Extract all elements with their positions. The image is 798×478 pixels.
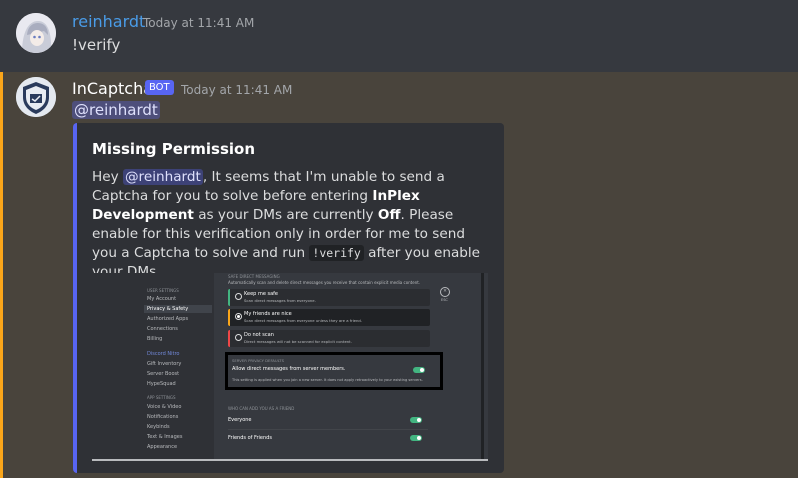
radio-option: Keep me safe Scan direct messages from e…: [228, 289, 430, 306]
sidebar-item: Text & Images: [147, 434, 183, 440]
option-sub: Direct messages will not be scanned for …: [244, 339, 352, 344]
username[interactable]: reinhardt: [72, 12, 145, 31]
highlight-box: SERVER PRIVACY DEFAULTS Allow direct mes…: [225, 352, 443, 390]
embed-title: Missing Permission: [92, 140, 256, 158]
setting-note: This setting is applied when you join a …: [232, 378, 423, 382]
option-sub: Scan direct messages from everyone.: [244, 298, 316, 303]
esc-label: ESC: [441, 298, 448, 302]
sidebar-item: Billing: [147, 336, 163, 342]
scrollbar[interactable]: [481, 273, 484, 459]
settings-sidebar: USER SETTINGS My Account Privacy & Safet…: [92, 273, 214, 459]
option-title: My friends are nice: [244, 311, 292, 317]
sidebar-item: Gift Inventory: [147, 361, 182, 367]
section-header: SERVER PRIVACY DEFAULTS: [232, 358, 284, 363]
option-title: Keep me safe: [244, 291, 278, 297]
bot-badge: BOT: [145, 80, 174, 95]
toggle-switch: [410, 417, 422, 423]
dm-state: Off: [377, 207, 401, 223]
avatar[interactable]: [16, 77, 56, 117]
radio-option: Do not scan Direct messages will not be …: [228, 330, 430, 347]
radio-icon: [235, 334, 242, 341]
embed: Missing Permission Hey @reinhardt, It se…: [73, 123, 504, 473]
mention[interactable]: @reinhardt: [72, 101, 160, 119]
sidebar-item: My Account: [147, 296, 177, 302]
section-header: WHO CAN ADD YOU AS A FRIEND: [228, 406, 295, 411]
section-description: Automatically scan and delete direct mes…: [228, 280, 421, 285]
embed-description: Hey @reinhardt, It seems that I'm unable…: [92, 169, 481, 280]
sidebar-item: HypeSquad: [147, 381, 176, 387]
avatar[interactable]: [16, 13, 56, 53]
setting-label: Friends of Friends: [228, 435, 272, 441]
setting-label: Everyone: [228, 417, 252, 423]
sidebar-header: USER SETTINGS: [147, 288, 179, 293]
close-icon: ✕: [440, 287, 450, 297]
timestamp: Today at 11:41 AM: [181, 83, 293, 97]
sidebar-item: Notifications: [147, 414, 179, 420]
sidebar-header: APP SETTINGS: [147, 395, 176, 400]
timestamp: Today at 11:41 AM: [143, 16, 255, 30]
section-header: SAFE DIRECT MESSAGING: [228, 274, 280, 279]
setting-label: Allow direct messages from server member…: [232, 366, 346, 372]
sidebar-item: Connections: [147, 326, 178, 332]
sidebar-item: Server Boost: [147, 371, 180, 377]
mention[interactable]: @reinhardt: [122, 169, 203, 185]
username[interactable]: InCaptcha: [72, 79, 153, 98]
shield-icon: [16, 77, 56, 117]
avatar-image: [16, 13, 56, 53]
option-title: Do not scan: [244, 332, 274, 338]
sidebar-item: Voice & Video: [147, 404, 182, 410]
radio-icon: [235, 313, 242, 320]
embed-image[interactable]: USER SETTINGS My Account Privacy & Safet…: [92, 273, 488, 461]
radio-icon: [235, 293, 242, 300]
message-reinhardt: reinhardt Today at 11:41 AM !verify: [0, 0, 798, 72]
sidebar-item: Discord Nitro: [147, 351, 180, 357]
radio-option: My friends are nice Scan direct messages…: [228, 309, 430, 326]
message-text: !verify: [72, 36, 121, 54]
sidebar-item: Authorized Apps: [147, 316, 189, 322]
divider: [228, 429, 428, 430]
sidebar-item: Keybinds: [147, 424, 170, 430]
sidebar-item: Appearance: [147, 444, 178, 450]
toggle-switch: [413, 367, 425, 373]
sidebar-item-selected: Privacy & Safety: [144, 305, 212, 313]
toggle-switch: [410, 435, 422, 441]
message-text: @reinhardt: [72, 101, 160, 119]
option-sub: Scan direct messages from everyone unles…: [244, 318, 363, 323]
inline-code: !verify: [309, 245, 364, 261]
